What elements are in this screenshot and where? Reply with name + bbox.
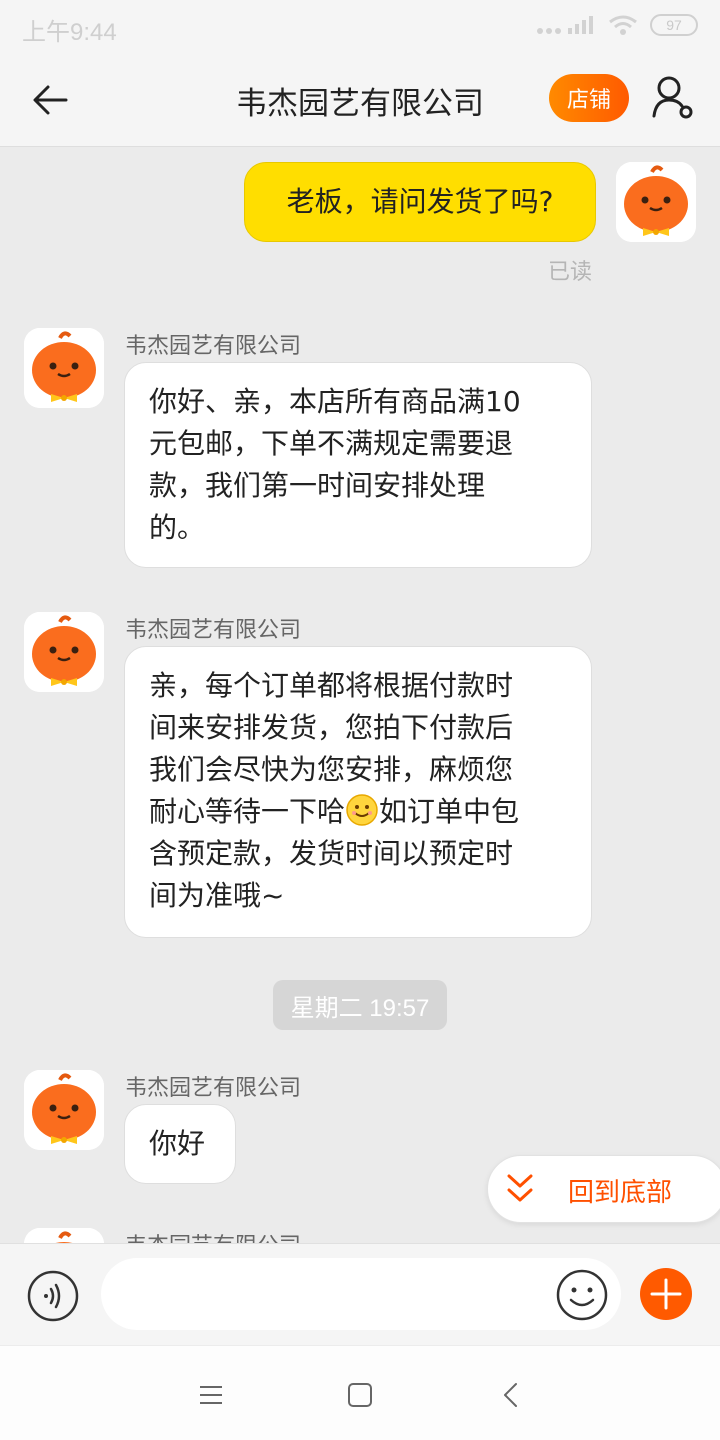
message-line: 款，我们第一时间安排处理 [149, 469, 486, 502]
shop-avatar[interactable] [24, 1070, 104, 1150]
status-time: 上午9:44 [22, 19, 117, 46]
smile-emoji-icon [346, 794, 378, 826]
message-input[interactable] [101, 1258, 621, 1330]
sender-name: 韦杰园艺有限公司 [125, 334, 302, 359]
message-line: 含预定款，发货时间以预定时 [149, 837, 514, 870]
status-icons: 97 [536, 14, 698, 36]
voice-input-icon[interactable] [26, 1269, 80, 1323]
pumpkin-avatar-icon [24, 328, 104, 408]
plus-icon [650, 1278, 682, 1310]
pumpkin-avatar-icon [24, 1070, 104, 1150]
my-message-bubble[interactable]: 老板，请问发货了吗? [244, 162, 596, 242]
wifi-icon [609, 15, 637, 35]
scroll-to-bottom-label: 回到底部 [568, 1178, 673, 1208]
message-line: 元包邮，下单不满规定需要退 [149, 427, 514, 460]
shop-avatar[interactable] [24, 1228, 104, 1243]
message-input-bar [0, 1243, 720, 1345]
message-text: 耐心等待一下哈 [149, 795, 346, 828]
read-status: 已读 [548, 260, 593, 285]
shop-message-bubble[interactable]: 你好、亲，本店所有商品满10 元包邮，下单不满规定需要退 款，我们第一时间安排处… [124, 362, 592, 568]
message-line: 耐心等待一下哈 如订单中包 [149, 791, 567, 833]
message-line: 亲，每个订单都将根据付款时 [149, 669, 514, 702]
signal-icon [537, 16, 593, 34]
shop-message-bubble[interactable]: 你好 [124, 1104, 236, 1184]
menu-icon[interactable] [196, 1380, 226, 1410]
status-bar: 上午9:44 97 [0, 0, 720, 52]
message-line: 你好、亲，本店所有商品满10 [149, 385, 521, 418]
shop-message-bubble[interactable]: 亲，每个订单都将根据付款时 间来安排发货，您拍下付款后 我们会尽快为您安排，麻烦… [124, 646, 592, 938]
shop-avatar[interactable] [24, 612, 104, 692]
chat-header: 韦杰园艺有限公司 店铺 [0, 52, 720, 147]
time-divider: 星期二 19:57 [273, 980, 447, 1030]
back-nav-icon[interactable] [497, 1380, 527, 1410]
message-line: 间为准哦~ [149, 879, 285, 912]
message-line: 我们会尽快为您安排，麻烦您 [149, 753, 514, 786]
sender-name: 韦杰园艺有限公司 [125, 1228, 301, 1243]
battery-indicator: 97 [650, 14, 698, 36]
pumpkin-avatar-icon [616, 162, 696, 242]
pumpkin-avatar-icon [24, 612, 104, 692]
emoji-picker-icon[interactable] [555, 1268, 609, 1322]
message-line: 间来安排发货，您拍下付款后 [149, 711, 514, 744]
scroll-to-bottom-button[interactable]: 回到底部 [487, 1155, 720, 1223]
sender-name: 韦杰园艺有限公司 [125, 1076, 302, 1101]
system-nav-bar [0, 1345, 720, 1440]
home-icon[interactable] [345, 1380, 375, 1410]
double-chevron-down-icon [507, 1174, 533, 1202]
message-text: 如订单中包 [379, 795, 520, 828]
user-settings-icon[interactable] [650, 74, 696, 120]
shop-button[interactable]: 店铺 [549, 74, 629, 122]
chat-message-list[interactable]: 老板，请问发货了吗? 已读 韦杰园艺有限公司 你好、亲，本店所有商品满10 元包… [0, 148, 720, 1243]
my-avatar[interactable] [616, 162, 696, 242]
message-line: 的。 [149, 511, 206, 544]
more-actions-button[interactable] [640, 1268, 692, 1320]
pumpkin-avatar-icon [24, 1228, 104, 1243]
shop-avatar[interactable] [24, 328, 104, 408]
sender-name: 韦杰园艺有限公司 [125, 618, 302, 643]
